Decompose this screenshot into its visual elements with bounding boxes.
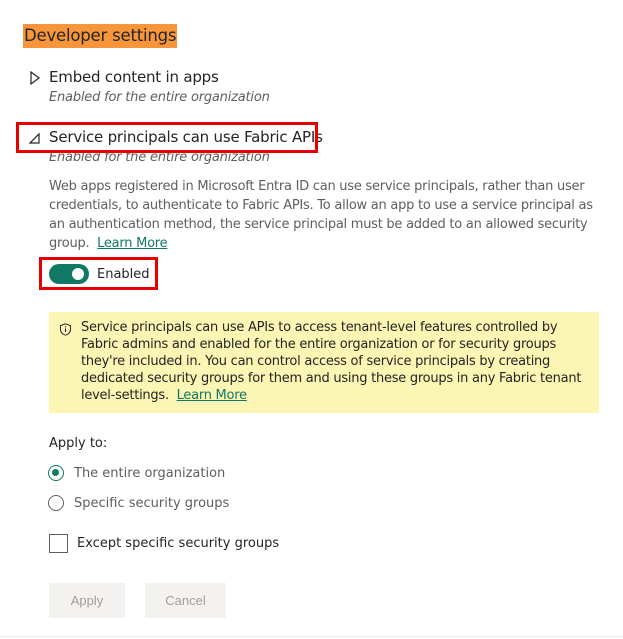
apply-button[interactable]: Apply [49,583,125,618]
divider [0,636,623,637]
notice-text: Service principals can use APIs to acces… [81,320,582,403]
checkbox-label[interactable]: Except specific security groups [77,536,279,551]
annotation-box-setting-name [16,122,318,153]
radio-button[interactable] [48,495,64,511]
except-groups-checkbox[interactable] [49,533,68,553]
section-title: Developer settings [23,24,178,48]
radio-label[interactable]: Specific security groups [74,496,229,511]
info-notice: Service principals can use APIs to acces… [49,312,599,413]
learn-more-link[interactable]: Learn More [97,236,167,251]
setting-embed-content[interactable]: Embed content in apps Enabled for the en… [29,68,329,112]
radio-label[interactable]: The entire organization [74,466,225,481]
apply-to-label: Apply to: [49,436,108,451]
notice-learn-more-link[interactable]: Learn More [177,388,247,403]
setting-description: Web apps registered in Microsoft Entra I… [49,177,603,253]
annotation-box-toggle [39,257,158,290]
radio-specific-groups[interactable]: Specific security groups [48,493,229,513]
setting-scope: Enabled for the entire organization [49,90,270,105]
caret-right-icon[interactable] [29,71,41,85]
shield-info-icon [60,323,71,336]
setting-name[interactable]: Embed content in apps [49,68,219,86]
radio-button[interactable] [48,465,64,481]
radio-entire-organization[interactable]: The entire organization [48,463,225,483]
except-groups-row[interactable]: Except specific security groups [49,533,279,553]
cancel-button[interactable]: Cancel [145,583,226,618]
